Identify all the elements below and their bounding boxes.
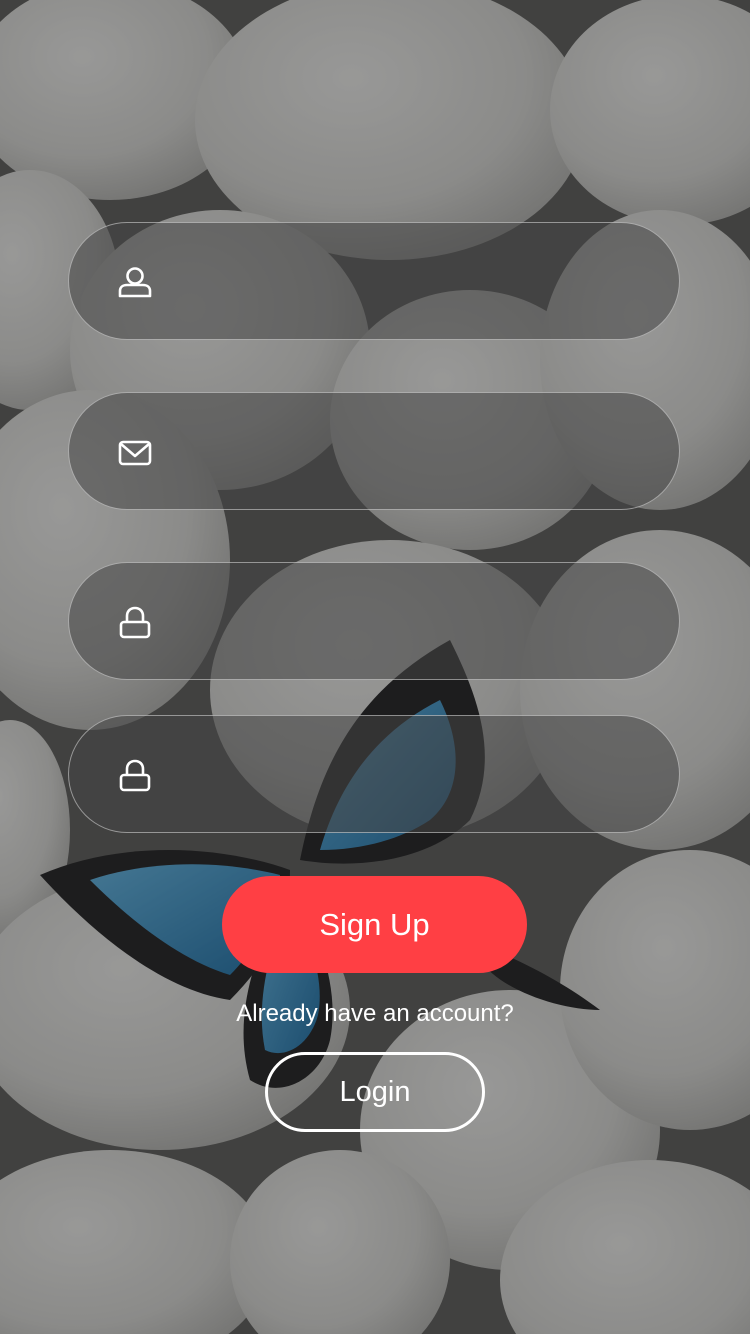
- confirm-password-input[interactable]: [179, 716, 653, 833]
- lock-icon: [119, 606, 151, 639]
- user-icon: [118, 267, 152, 298]
- sign-up-button[interactable]: Sign Up: [222, 876, 527, 973]
- already-have-account-text: Already have an account?: [236, 1000, 514, 1027]
- password-input[interactable]: [179, 563, 653, 680]
- lock-icon: [119, 759, 151, 792]
- login-button[interactable]: Login: [265, 1052, 485, 1132]
- email-field[interactable]: [68, 392, 680, 510]
- mail-icon: [118, 440, 152, 466]
- username-input[interactable]: [179, 223, 653, 340]
- email-input[interactable]: [179, 393, 653, 510]
- username-field[interactable]: [68, 222, 680, 340]
- confirm-password-field[interactable]: [68, 715, 680, 833]
- password-field[interactable]: [68, 562, 680, 680]
